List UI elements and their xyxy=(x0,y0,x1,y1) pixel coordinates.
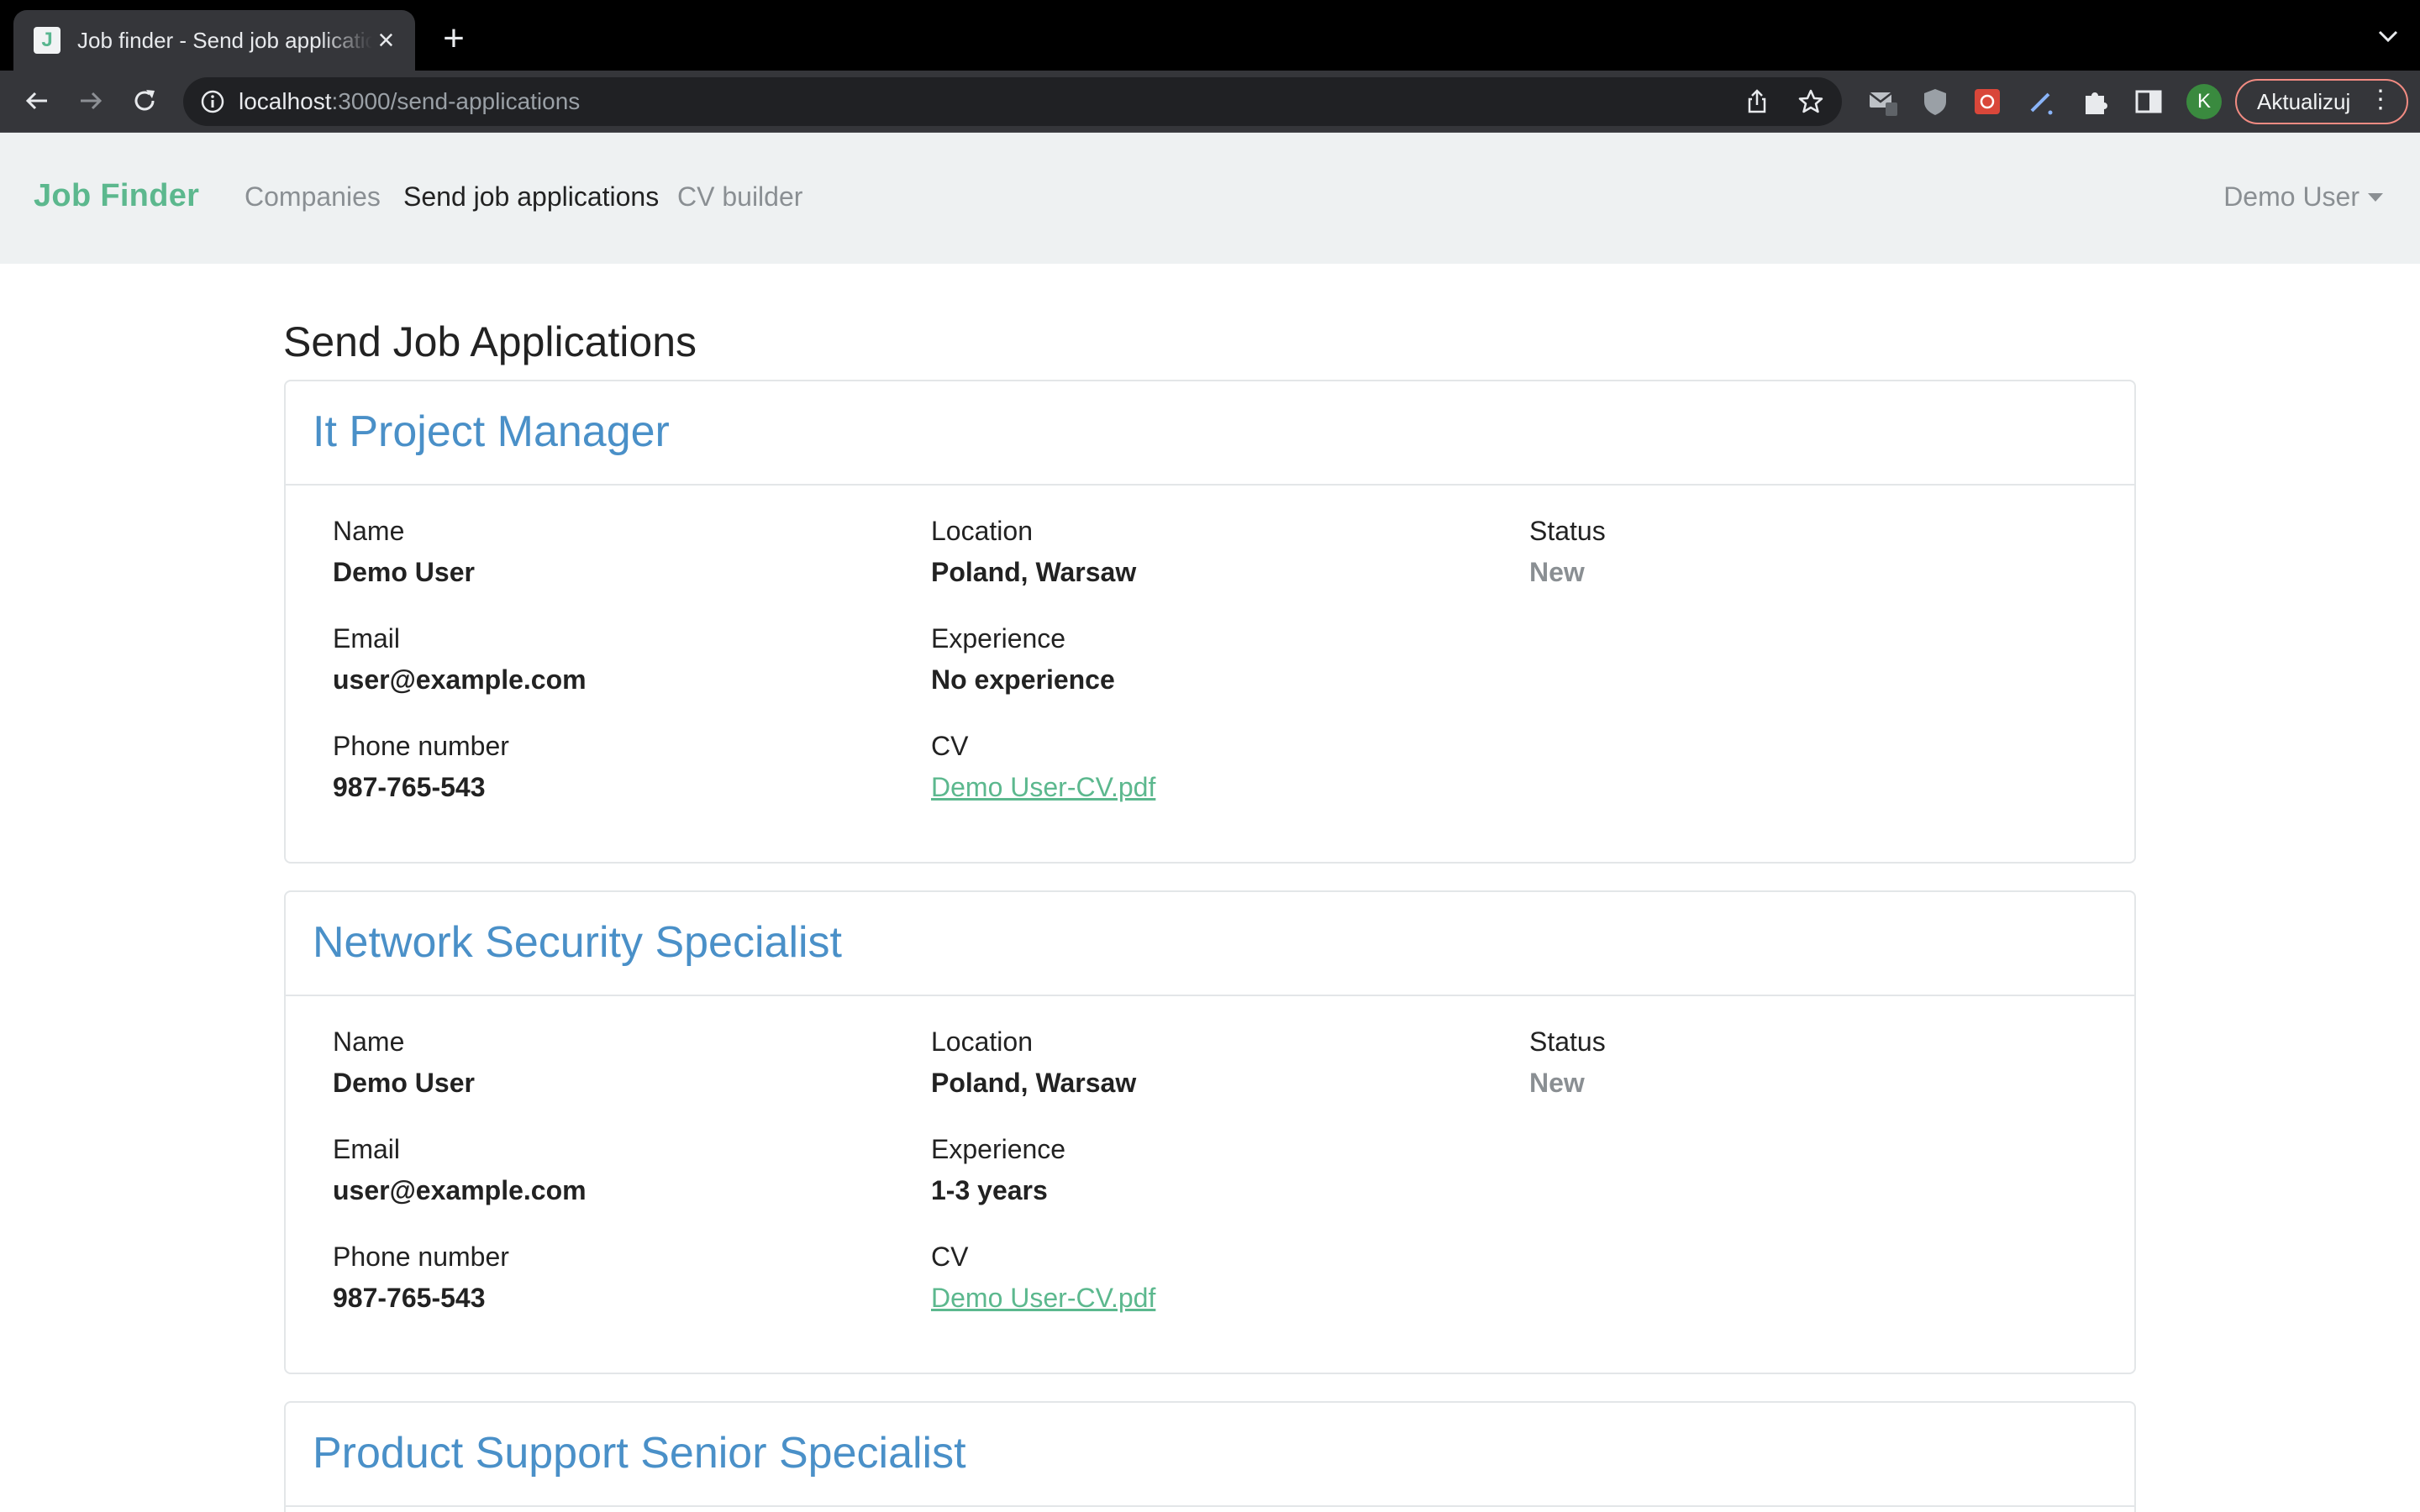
browser-tab-strip: J Job finder - Send job applications × + xyxy=(0,0,2420,71)
email-value: user@example.com xyxy=(333,1175,587,1205)
caret-down-icon xyxy=(2368,192,2383,202)
address-bar[interactable]: localhost:3000/send-applications xyxy=(183,77,1842,126)
cv-download-link[interactable]: Demo User-CV.pdf xyxy=(931,772,1155,803)
application-card: Network Security Specialist Name Demo Us… xyxy=(284,890,2136,1374)
name-field: Name Demo User xyxy=(333,516,475,588)
experience-field: Experience No experience xyxy=(931,623,1115,696)
user-dropdown[interactable]: Demo User xyxy=(2223,181,2383,213)
email-label: Email xyxy=(333,623,401,654)
share-icon[interactable] xyxy=(1743,87,1771,116)
cv-download-link[interactable]: Demo User-CV.pdf xyxy=(931,1283,1155,1314)
application-details: Name Demo User Email user@example.com Ph… xyxy=(286,486,2134,862)
cv-label: CV xyxy=(931,1242,969,1272)
close-tab-icon[interactable]: × xyxy=(372,26,400,55)
phone-field: Phone number 987-765-543 xyxy=(333,1242,509,1314)
location-field: Location Poland, Warsaw xyxy=(931,1026,1136,1099)
browser-tab[interactable]: J Job finder - Send job applications × xyxy=(13,10,415,71)
nav-link-send-job-applications[interactable]: Send job applications xyxy=(403,181,659,213)
experience-label: Experience xyxy=(931,1134,1066,1164)
forward-icon[interactable] xyxy=(71,81,111,121)
card-header: Network Security Specialist xyxy=(286,892,2134,996)
experience-value: No experience xyxy=(931,664,1115,695)
status-field: Status New xyxy=(1529,516,1606,588)
location-label: Location xyxy=(931,1026,1033,1057)
status-value: New xyxy=(1529,1068,1585,1098)
brand-logo[interactable]: Job Finder xyxy=(34,178,199,214)
location-value: Poland, Warsaw xyxy=(931,1068,1137,1098)
name-value: Demo User xyxy=(333,557,475,587)
name-label: Name xyxy=(333,1026,405,1057)
name-value: Demo User xyxy=(333,1068,475,1098)
nav-link-companies[interactable]: Companies xyxy=(245,181,381,213)
url-host: localhost xyxy=(239,88,332,114)
phone-label: Phone number xyxy=(333,731,509,761)
card-header: Product Support Senior Specialist xyxy=(286,1403,2134,1507)
application-card: Product Support Senior Specialist xyxy=(284,1401,2136,1512)
tab-title: Job finder - Send job applications xyxy=(77,27,372,53)
phone-field: Phone number 987-765-543 xyxy=(333,731,509,803)
page-title: Send Job Applications xyxy=(283,318,697,365)
pen-extension-icon[interactable] xyxy=(2025,86,2057,118)
url-text: localhost:3000/send-applications xyxy=(239,88,580,115)
name-label: Name xyxy=(333,516,405,546)
cv-field: CV Demo User-CV.pdf xyxy=(931,731,1155,803)
app-navbar: Job Finder Companies Send job applicatio… xyxy=(0,133,2420,264)
update-button[interactable]: Aktualizuj ⋮ xyxy=(2235,79,2408,124)
nav-link-cv-builder[interactable]: CV builder xyxy=(677,181,802,213)
application-details: Name Demo User Email user@example.com Ph… xyxy=(286,996,2134,1373)
status-label: Status xyxy=(1529,516,1606,546)
shield-extension-icon[interactable] xyxy=(1919,86,1951,118)
location-label: Location xyxy=(931,516,1033,546)
url-path: :3000/send-applications xyxy=(331,88,581,114)
browser-toolbar: localhost:3000/send-applications K Aktua… xyxy=(0,71,2420,133)
name-field: Name Demo User xyxy=(333,1026,475,1099)
email-label: Email xyxy=(333,1134,401,1164)
experience-label: Experience xyxy=(931,623,1066,654)
cv-label: CV xyxy=(931,731,969,761)
extensions-puzzle-icon[interactable] xyxy=(2079,86,2111,118)
more-menu-icon[interactable]: ⋮ xyxy=(2368,87,2393,113)
tab-search-chevron-icon[interactable] xyxy=(2376,27,2400,45)
job-title-link[interactable]: Network Security Specialist xyxy=(313,918,842,967)
job-title-link[interactable]: It Project Manager xyxy=(313,407,670,456)
update-button-label: Aktualizuj xyxy=(2257,88,2351,114)
side-panel-icon[interactable] xyxy=(2133,86,2165,118)
profile-avatar[interactable]: K xyxy=(2186,84,2222,119)
experience-field: Experience 1-3 years xyxy=(931,1134,1065,1206)
application-card: It Project Manager Name Demo User Email … xyxy=(284,380,2136,864)
location-value: Poland, Warsaw xyxy=(931,557,1137,587)
email-field: Email user@example.com xyxy=(333,1134,587,1206)
bookmark-star-icon[interactable] xyxy=(1797,87,1825,116)
reload-icon[interactable] xyxy=(124,81,165,121)
phone-value: 987-765-543 xyxy=(333,1283,486,1313)
phone-label: Phone number xyxy=(333,1242,509,1272)
location-field: Location Poland, Warsaw xyxy=(931,516,1136,588)
user-name: Demo User xyxy=(2223,181,2360,212)
mail-extension-icon[interactable] xyxy=(1867,86,1899,118)
site-info-icon[interactable] xyxy=(198,87,227,116)
cv-field: CV Demo User-CV.pdf xyxy=(931,1242,1155,1314)
email-field: Email user@example.com xyxy=(333,623,587,696)
email-value: user@example.com xyxy=(333,664,587,695)
job-title-link[interactable]: Product Support Senior Specialist xyxy=(313,1429,966,1478)
back-icon[interactable] xyxy=(17,81,57,121)
status-label: Status xyxy=(1529,1026,1606,1057)
favicon-icon: J xyxy=(34,27,60,54)
phone-value: 987-765-543 xyxy=(333,772,486,802)
status-field: Status New xyxy=(1529,1026,1606,1099)
card-header: It Project Manager xyxy=(286,381,2134,486)
new-tab-icon[interactable]: + xyxy=(435,20,472,57)
experience-value: 1-3 years xyxy=(931,1175,1048,1205)
status-value: New xyxy=(1529,557,1585,587)
puzzle-red-extension-icon[interactable] xyxy=(1971,86,2003,118)
